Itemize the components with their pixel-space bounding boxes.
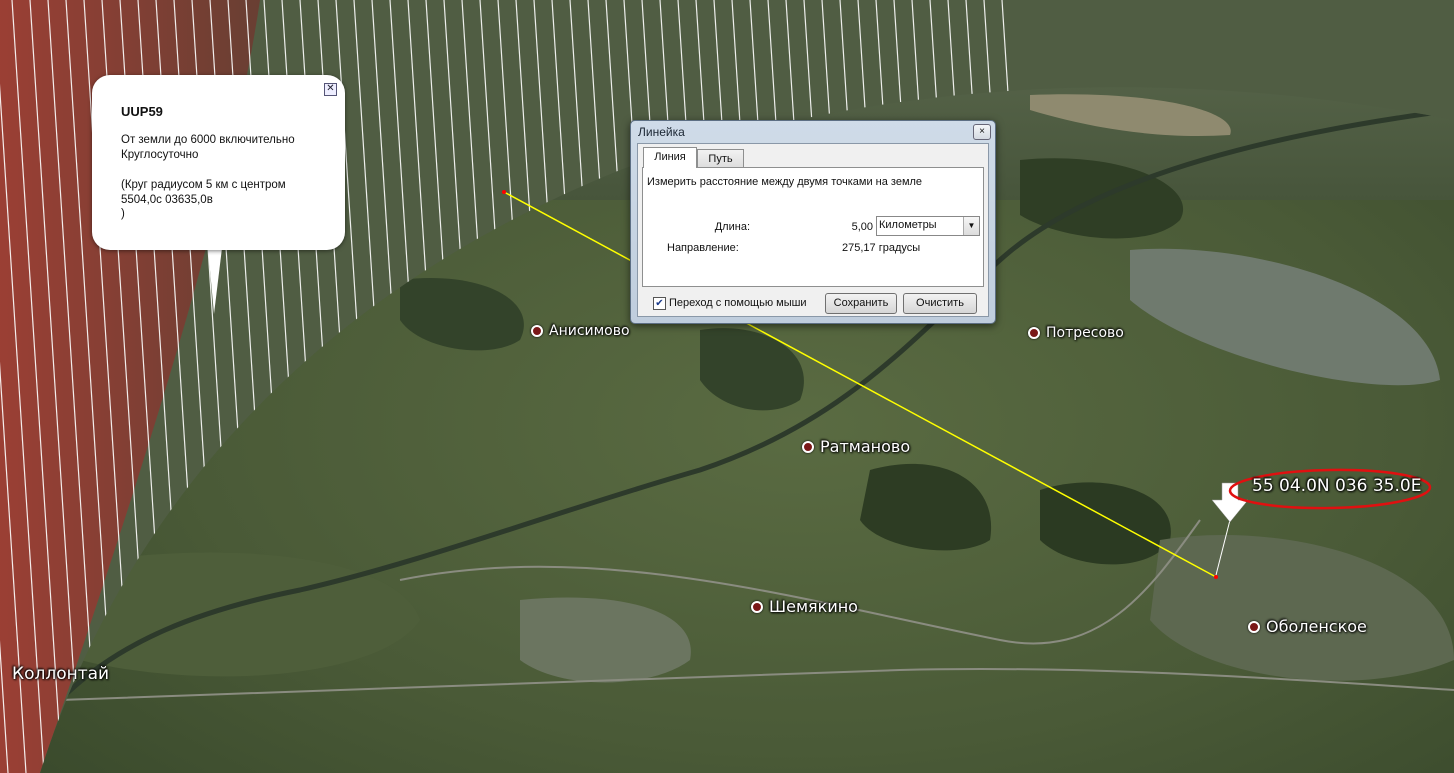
close-icon[interactable]: ✕ — [324, 83, 337, 96]
length-value: 5,00 — [851, 221, 873, 233]
tab-path[interactable]: Путь — [697, 149, 744, 168]
place-pin-icon — [802, 440, 814, 453]
tab-line[interactable]: Линия — [643, 147, 697, 168]
save-button[interactable]: Сохранить — [825, 293, 897, 314]
unit-selected: Километры — [879, 219, 937, 231]
ruler-end-point — [1214, 575, 1218, 579]
balloon-title: UUP59 — [121, 104, 163, 119]
direction-label: Направление: — [667, 242, 739, 254]
place-label: Шемякино — [769, 597, 858, 616]
place-kollontai[interactable]: Коллонтай — [12, 664, 109, 684]
ruler-dialog: Линейка × Линия Путь Измерить расстояние… — [630, 120, 996, 324]
balloon-line: От земли до 6000 включительно — [121, 134, 295, 146]
dialog-body: Линия Путь Измерить расстояние между дву… — [637, 143, 989, 317]
unit-select[interactable]: Километры ▼ — [876, 216, 980, 236]
balloon-line: Круглосуточно — [121, 149, 199, 161]
info-balloon: ✕ UUP59 От земли до 6000 включительно Кр… — [92, 75, 345, 250]
ruler-start-point — [502, 190, 506, 194]
ruler-description: Измерить расстояние между двумя точками … — [647, 176, 923, 188]
mouse-nav-checkbox[interactable]: ✔ — [653, 297, 666, 310]
place-obolenskoe[interactable]: Оболенское — [1248, 617, 1367, 636]
direction-value: 275,17 градусы — [842, 242, 921, 254]
coordinate-label: 55 04.0N 036 35.0E — [1252, 476, 1422, 496]
clear-button[interactable]: Очистить — [903, 293, 977, 314]
place-label: Анисимово — [549, 323, 630, 339]
dialog-close-button[interactable]: × — [973, 124, 991, 140]
balloon-line: ) — [121, 208, 125, 220]
place-pin-icon — [1248, 620, 1260, 633]
balloon-line: 5504,0с 03635,0в — [121, 194, 213, 206]
place-shemyakino[interactable]: Шемякино — [751, 597, 858, 616]
tab-panel: Измерить расстояние между двумя точками … — [642, 167, 984, 287]
place-pin-icon — [1028, 327, 1040, 339]
balloon-line: (Круг радиусом 5 км с центром — [121, 179, 286, 191]
place-label: Ратманово — [820, 437, 911, 456]
chevron-down-icon[interactable]: ▼ — [963, 217, 979, 235]
place-ratmanovo[interactable]: Ратманово — [802, 437, 910, 456]
dialog-title: Линейка — [638, 125, 685, 139]
place-pin-icon — [531, 325, 543, 337]
place-pin-icon — [751, 600, 763, 613]
place-anisimovo[interactable]: Анисимово — [531, 323, 630, 339]
place-label: Потресово — [1046, 325, 1124, 341]
place-label: Оболенское — [1266, 617, 1367, 636]
length-label: Длина: — [714, 221, 750, 233]
balloon-tail — [208, 248, 222, 314]
place-potresovo[interactable]: Потресово — [1028, 325, 1124, 341]
mouse-nav-label: Переход с помощью мыши — [669, 297, 807, 309]
